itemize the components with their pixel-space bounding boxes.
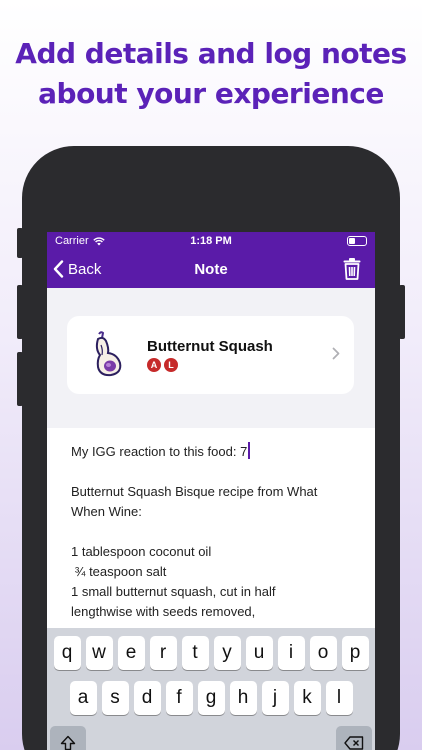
note-line: lengthwise with seeds removed, — [71, 604, 256, 619]
food-name: Butternut Squash — [147, 338, 273, 355]
app-screen: Carrier 1:18 PM Back Note Butternut Squa… — [47, 232, 375, 750]
key-e[interactable]: e — [117, 636, 145, 670]
nav-bar: Back Note — [47, 250, 375, 288]
status-bar: Carrier 1:18 PM — [47, 232, 375, 250]
keyboard-row-3 — [47, 726, 375, 750]
shift-icon — [60, 735, 76, 750]
headline: Add details and log notes about your exp… — [0, 34, 422, 114]
battery-icon — [347, 236, 367, 246]
note-line: 1 tablespoon coconut oil — [71, 544, 212, 559]
carrier-group: Carrier — [55, 235, 105, 247]
key-w[interactable]: w — [85, 636, 113, 670]
key-o[interactable]: o — [309, 636, 337, 670]
trash-icon — [343, 258, 361, 280]
delete-icon — [344, 736, 364, 750]
key-u[interactable]: u — [245, 636, 273, 670]
key-d[interactable]: d — [133, 681, 161, 715]
key-l[interactable]: l — [325, 681, 353, 715]
key-r[interactable]: r — [149, 636, 177, 670]
carrier-label: Carrier — [55, 235, 89, 247]
delete-key[interactable] — [336, 726, 372, 750]
key-f[interactable]: f — [165, 681, 193, 715]
shift-key[interactable] — [50, 726, 86, 750]
wifi-icon — [92, 236, 105, 245]
badge-l: L — [164, 358, 178, 372]
key-y[interactable]: y — [213, 636, 241, 670]
note-line: When Wine: — [71, 504, 142, 519]
allergen-badges: A L — [147, 358, 178, 372]
key-a[interactable]: a — [69, 681, 97, 715]
key-h[interactable]: h — [229, 681, 257, 715]
back-label: Back — [68, 260, 102, 278]
note-text-area[interactable]: My IGG reaction to this food: 7 Butternu… — [47, 428, 375, 628]
key-i[interactable]: i — [277, 636, 305, 670]
key-j[interactable]: j — [261, 681, 289, 715]
keyboard-row-1: q w e r t y u i o p — [47, 636, 375, 670]
headline-line-1: Add details and log notes — [15, 37, 407, 70]
key-p[interactable]: p — [341, 636, 369, 670]
headline-line-2: about your experience — [38, 77, 384, 110]
food-card[interactable]: Butternut Squash A L — [67, 316, 354, 394]
key-g[interactable]: g — [197, 681, 225, 715]
key-k[interactable]: k — [293, 681, 321, 715]
chevron-right-icon — [332, 347, 340, 360]
note-line: ¾ teaspoon salt — [71, 564, 167, 579]
back-button[interactable]: Back — [47, 260, 101, 278]
note-line: Butternut Squash Bisque recipe from What — [71, 484, 318, 499]
butternut-squash-icon — [95, 331, 122, 377]
back-chevron-icon — [53, 260, 64, 278]
keyboard: q w e r t y u i o p a s d f g h j k l — [47, 628, 375, 750]
key-q[interactable]: q — [53, 636, 81, 670]
note-line: My IGG reaction to this food: 7 — [71, 442, 351, 462]
keyboard-row-2: a s d f g h j k l — [47, 681, 375, 715]
key-t[interactable]: t — [181, 636, 209, 670]
text-cursor — [248, 442, 251, 459]
delete-note-button[interactable] — [343, 258, 361, 285]
key-s[interactable]: s — [101, 681, 129, 715]
badge-a: A — [147, 358, 161, 372]
note-line: 1 small butternut squash, cut in half — [71, 584, 276, 599]
